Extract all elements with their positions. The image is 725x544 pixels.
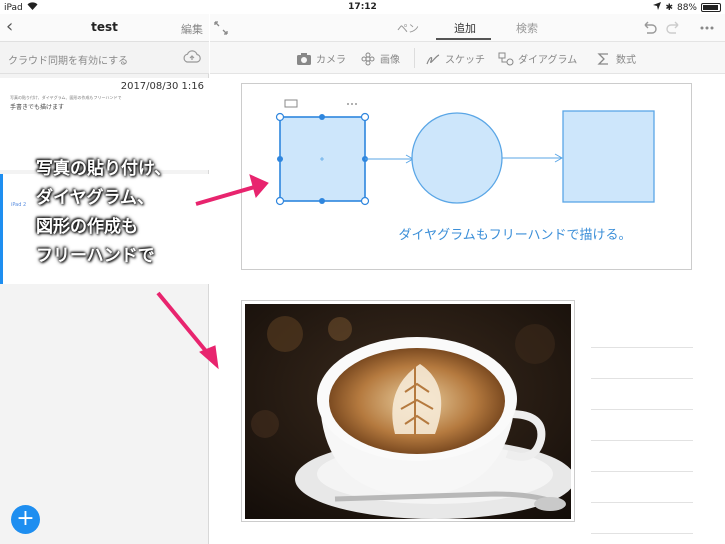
tab-add[interactable]: 追加 [454, 20, 476, 36]
annotation-line: 写真の貼り付け、 [36, 159, 172, 179]
ruled-lines [591, 317, 693, 534]
battery-icon [701, 3, 721, 12]
add-note-button[interactable]: + [11, 505, 40, 534]
battery-percent: 88% [676, 2, 697, 13]
toolbar-divider [414, 48, 415, 68]
expand-icon[interactable] [214, 21, 228, 35]
square-shape[interactable] [562, 110, 655, 203]
shape-more-icon[interactable] [347, 103, 357, 105]
note-preview-handwriting: 手書きでも描けます [10, 104, 65, 111]
redo-icon[interactable] [665, 19, 683, 37]
circle-shape[interactable] [411, 112, 503, 204]
sigma-icon [597, 52, 608, 65]
note-canvas[interactable]: ダイヤグラムもフリーハンドで描ける。 [210, 75, 725, 544]
annotation-line: フリーハンドで [36, 246, 155, 266]
flower-image-icon [361, 52, 375, 65]
diagram-label: ダイアグラム [518, 55, 578, 66]
bluetooth-icon: ✱ [665, 2, 673, 13]
diagram-icon [498, 52, 514, 65]
location-icon [653, 2, 662, 13]
active-tab-indicator [436, 38, 491, 40]
more-icon[interactable] [698, 19, 716, 37]
insert-toolbar: カメラ 画像 スケッチ ダイアグラム 数式 [210, 42, 725, 74]
diagram-caption: ダイヤグラムもフリーハンドで描ける。 [398, 228, 632, 243]
note-date: 2017/08/30 1:16 [120, 81, 204, 92]
coffee-photo [245, 304, 571, 519]
camera-label: カメラ [316, 55, 346, 66]
sidebar: ‹ test 編集 クラウド同期を有効にする 2017/08/30 1:16 写… [0, 14, 209, 544]
camera-icon [297, 52, 311, 65]
edit-button[interactable]: 編集 [181, 21, 203, 37]
notebook-title: test [91, 20, 118, 34]
status-time: 17:12 [348, 2, 377, 12]
sketch-label: スケッチ [445, 55, 485, 66]
tab-search[interactable]: 検索 [516, 20, 538, 36]
cloud-sync-label: クラウド同期を有効にする [8, 56, 129, 67]
sidebar-header: ‹ test 編集 [0, 14, 209, 42]
undo-icon[interactable] [640, 19, 658, 37]
annotation-line: 図形の作成も [36, 217, 138, 237]
main-toolbar: ペン 追加 検索 [210, 14, 725, 42]
shape-menu-icon[interactable] [284, 99, 298, 108]
cloud-sync-row[interactable]: クラウド同期を有効にする [0, 42, 209, 74]
math-tool[interactable]: 数式 [596, 51, 636, 66]
status-right: ✱ 88% [653, 2, 721, 13]
status-bar: iPad 17:12 ✱ 88% [0, 0, 725, 14]
tab-pen[interactable]: ペン [397, 20, 419, 36]
note-preview-line: 写真の貼り付け、ダイヤグラム、図形の作成もフリーハンドで [10, 95, 122, 100]
sketch-tool[interactable]: スケッチ [425, 51, 485, 66]
diagram-frame[interactable]: ダイヤグラムもフリーハンドで描ける。 [241, 83, 692, 270]
annotation-text: 写真の貼り付け、 ダイヤグラム、 図形の作成も フリーハンドで [36, 155, 171, 271]
annotation-line: ダイヤグラム、 [36, 188, 154, 208]
image-label: 画像 [380, 55, 400, 66]
camera-tool[interactable]: カメラ [296, 51, 346, 66]
math-label: 数式 [616, 55, 636, 66]
cloud-upload-icon[interactable] [183, 50, 201, 64]
diagram-tool[interactable]: ダイアグラム [498, 51, 577, 66]
sketch-icon [426, 53, 440, 64]
note-page-label: iPad 2 [11, 202, 27, 208]
image-tool[interactable]: 画像 [360, 51, 400, 66]
pasted-photo[interactable] [241, 300, 575, 522]
